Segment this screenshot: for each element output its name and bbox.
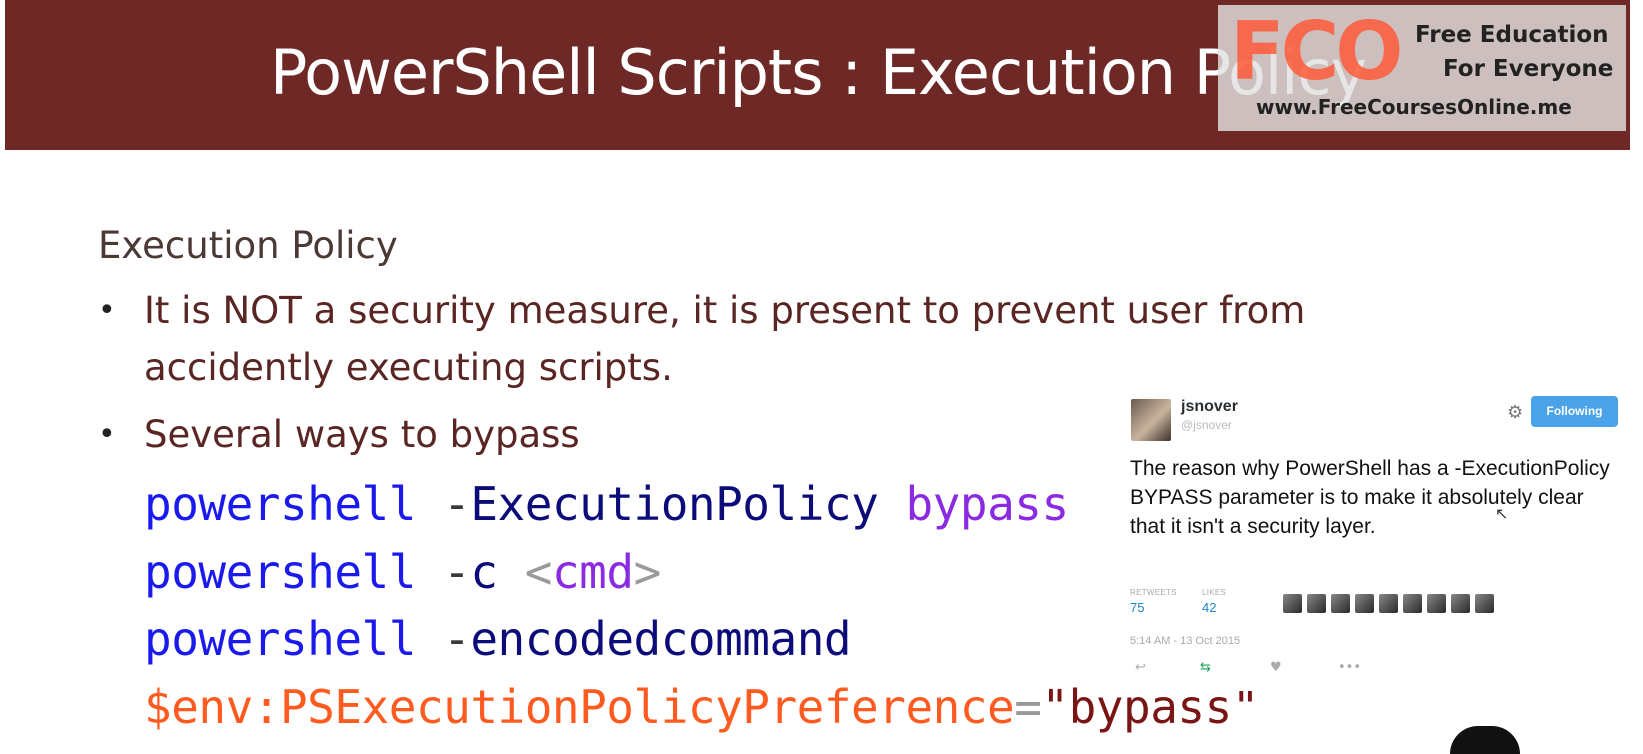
reply-icon[interactable]: ↩ — [1135, 660, 1146, 675]
code-line-1: powershell -ExecutionPolicy bypass — [144, 477, 1069, 531]
liker-avatars — [1283, 594, 1499, 617]
tweet-timestamp[interactable]: 5:14 AM - 13 Oct 2015 — [1130, 635, 1240, 647]
retweet-icon[interactable]: ⇆ — [1200, 660, 1211, 675]
slide-title: PowerShell Scripts : Execution Policy — [270, 36, 1367, 109]
presenter-silhouette — [1450, 726, 1520, 754]
code-line-4: $env:PSExecutionPolicyPreference="bypass… — [144, 680, 1259, 734]
liker-avatar[interactable] — [1427, 594, 1446, 613]
mouse-cursor-icon: ↖ — [1495, 504, 1509, 523]
watermark-url: www.FreeCoursesOnline.me — [1256, 95, 1572, 119]
liker-avatar[interactable] — [1307, 594, 1326, 613]
code-param: ExecutionPolicy — [470, 477, 879, 531]
liker-avatar[interactable] — [1355, 594, 1374, 613]
code-gt: > — [633, 545, 662, 599]
code-lt: < — [524, 545, 553, 599]
code-dash: - — [443, 545, 471, 599]
more-icon[interactable]: ••• — [1338, 660, 1361, 675]
bullet-dot: • — [98, 293, 116, 328]
tweet-text: The reason why PowerShell has a -Executi… — [1130, 457, 1610, 538]
watermark: FCO Free Education For Everyone www.Free… — [1218, 5, 1626, 131]
retweets-label: RETWEETS — [1130, 588, 1177, 597]
code-line-2: powershell -c <cmd> — [144, 545, 661, 599]
liker-avatar[interactable] — [1475, 594, 1494, 613]
gear-icon[interactable]: ⚙ — [1507, 402, 1523, 423]
tweet-username[interactable]: jsnover — [1181, 398, 1238, 416]
code-equals: = — [1014, 680, 1042, 734]
retweets-count[interactable]: 75 — [1130, 600, 1144, 615]
liker-avatar[interactable] — [1331, 594, 1350, 613]
tweet-handle[interactable]: @jsnover — [1181, 418, 1232, 432]
code-arg: cmd — [551, 545, 634, 599]
liker-avatar[interactable] — [1403, 594, 1422, 613]
bullet-1-line1: It is NOT a security measure, it is pres… — [144, 289, 1306, 332]
following-button[interactable]: Following — [1531, 396, 1618, 427]
watermark-logo: FCO — [1230, 5, 1403, 98]
section-heading: Execution Policy — [98, 224, 398, 267]
likes-label: LIKES — [1202, 588, 1227, 597]
liker-avatar[interactable] — [1379, 594, 1398, 613]
code-command: powershell — [144, 477, 416, 531]
liker-avatar[interactable] — [1451, 594, 1470, 613]
tweet-card: jsnover @jsnover ⚙ Following The reason … — [1125, 396, 1633, 691]
watermark-line2: For Everyone — [1443, 56, 1614, 82]
avatar[interactable] — [1131, 399, 1171, 441]
code-variable: $env:PSExecutionPolicyPreference — [144, 680, 1015, 734]
code-param: encodedcommand — [470, 612, 852, 666]
code-command: powershell — [144, 545, 416, 599]
code-dash: - — [443, 477, 471, 531]
bullet-2: Several ways to bypass — [144, 413, 580, 456]
code-command: powershell — [144, 612, 416, 666]
code-param: c — [470, 545, 498, 599]
code-line-3: powershell -encodedcommand — [144, 612, 852, 666]
liker-avatar[interactable] — [1283, 594, 1302, 613]
like-icon[interactable]: ♥ — [1270, 660, 1282, 675]
code-dash: - — [443, 612, 471, 666]
likes-count[interactable]: 42 — [1202, 600, 1216, 615]
watermark-line1: Free Education — [1415, 22, 1609, 48]
bullet-1-line2: accidently executing scripts. — [144, 346, 673, 389]
code-arg: bypass — [905, 477, 1069, 531]
bullet-dot: • — [98, 417, 116, 452]
